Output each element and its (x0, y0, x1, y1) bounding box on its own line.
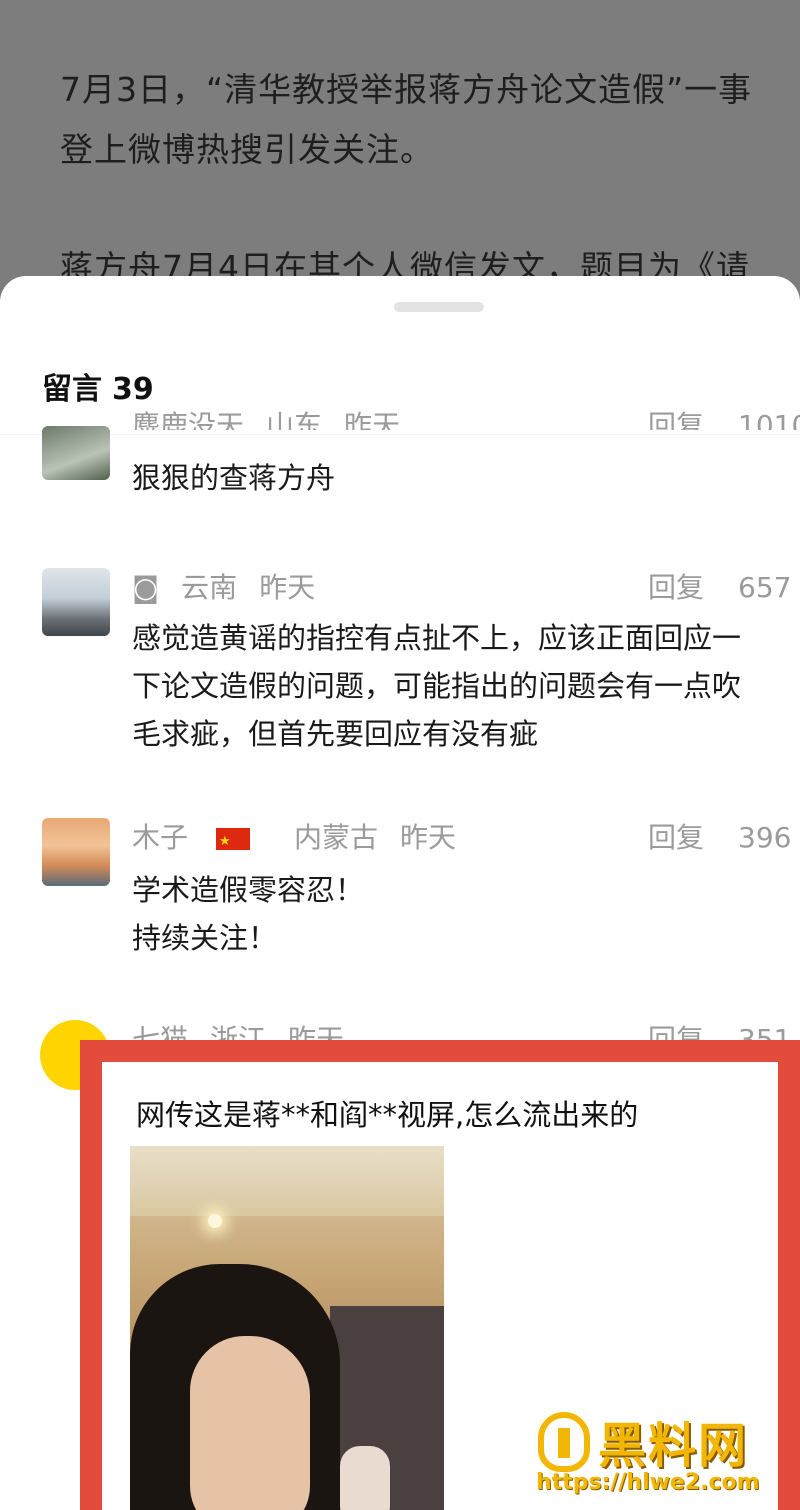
photo-image[interactable] (130, 1146, 444, 1510)
comment-time: 昨天 (344, 409, 401, 430)
like-count[interactable]: 1010 (738, 408, 800, 430)
comments-count: 39 (112, 372, 154, 407)
comment-meta: 木子 内蒙古昨天 (132, 820, 478, 860)
comment-text-line: 学术造假零容忍！ (132, 873, 365, 907)
comment-time: 昨天 (400, 821, 457, 854)
avatar[interactable] (42, 818, 110, 886)
comment-time: 昨天 (259, 571, 316, 604)
comment-text: 狠狠的查蒋方舟 (132, 461, 336, 495)
comments-title: 留言 39 (42, 364, 154, 408)
comment-meta: 麋鹿没天 山东 昨天 (132, 408, 422, 430)
reply-button[interactable]: 回复 (648, 820, 704, 856)
photo-ceiling (130, 1146, 444, 1216)
photo-lamp (208, 1214, 222, 1228)
watermark-title: 黑料网 (598, 1418, 749, 1474)
article-paragraph: 7月3日，“清华教授举报蒋方舟论文造假”一事 (60, 70, 753, 109)
reply-button[interactable]: 回复 (648, 570, 704, 606)
avatar[interactable] (42, 568, 110, 636)
comment-text-line: 持续关注！ (132, 921, 278, 955)
comment-user[interactable]: 麋鹿没天 (132, 409, 244, 430)
photo-face (190, 1336, 310, 1510)
comment-text: 感觉造黄谣的指控有点扯不上，应该正面回应一 下论文造假的问题，可能指出的问题会有… (132, 614, 800, 758)
like-count[interactable]: 657 (738, 570, 791, 606)
article-paragraph: 登上微博热搜引发关注。 (60, 130, 434, 169)
overlay-caption: 网传这是蒋**和阎**视屏,怎么流出来的 (136, 1098, 639, 1132)
comment-region: 内蒙古 (294, 821, 379, 854)
reply-button[interactable]: 回复 (648, 408, 704, 430)
comment-region: 云南 (181, 571, 238, 604)
comment-user[interactable]: ◙ (132, 571, 159, 604)
photo-hand (340, 1446, 390, 1510)
comment-meta: ◙ 云南 昨天 (132, 570, 337, 606)
comment-user[interactable]: 木子 (132, 821, 272, 860)
china-flag-icon (216, 824, 251, 860)
watermark-url: https://hlwe2.com (536, 1470, 760, 1495)
comment-text-line: 毛求疵，但首先要回应有没有疵 (132, 717, 539, 751)
comments-title-label: 留言 (42, 372, 102, 407)
article-background: 7月3日，“清华教授举报蒋方舟论文造假”一事 登上微博热搜引发关注。 蒋方舟7月… (0, 0, 800, 300)
like-count[interactable]: 396 (738, 820, 791, 856)
avatar[interactable] (42, 426, 110, 480)
comment-user-name: 木子 (132, 821, 189, 854)
watermark: 黑料网 https://hlwe2.com (536, 1404, 796, 1504)
drag-handle[interactable] (394, 302, 484, 312)
comment-text-line: 感觉造黄谣的指控有点扯不上，应该正面回应一 (132, 621, 742, 655)
watermark-logo-icon (538, 1412, 590, 1472)
comment-region: 山东 (266, 409, 323, 430)
comment-text: 学术造假零容忍！ 持续关注！ (132, 866, 800, 962)
comment-text-line: 下论文造假的问题，可能指出的问题会有一点吹 (132, 669, 742, 703)
divider (0, 434, 800, 435)
